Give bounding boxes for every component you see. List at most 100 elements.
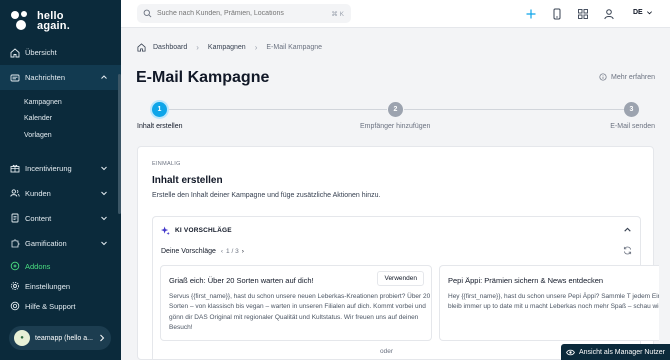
addons-icon xyxy=(10,261,20,271)
page-title: E-Mail Kampagne xyxy=(136,69,270,86)
step-connector xyxy=(404,109,631,110)
chevron-down-icon xyxy=(101,216,107,220)
suggestion-body: Servus {{first_name}}, hast du schon uns… xyxy=(169,293,431,331)
chevron-down-icon xyxy=(101,241,107,245)
or-divider: oder xyxy=(380,348,394,355)
suggestion-body: Hey {{first_name}}, hast du schon unsere… xyxy=(448,293,659,311)
sidebar-item-hilfe[interactable]: Hilfe & Support xyxy=(0,296,121,316)
suggestion-card[interactable]: Griaß eich: Über 20 Sorten warten auf di… xyxy=(160,265,432,341)
chevron-right-icon xyxy=(100,334,105,342)
suggestions-pager: ‹ 1 / 3 › xyxy=(221,248,244,255)
topbar: ⌘ K DE xyxy=(121,0,670,28)
chevron-down-icon xyxy=(646,11,652,15)
user-icon[interactable] xyxy=(603,8,615,20)
sidebar-nav: Übersicht Nachrichten Kampagnen Kalender… xyxy=(0,40,121,256)
refresh-icon[interactable] xyxy=(623,246,632,255)
suggestion-card[interactable]: Pepi Äppi: Prämien sichern & News entdec… xyxy=(439,265,659,341)
search-shortcut: ⌘ K xyxy=(331,10,344,18)
sidebar-item-gamification[interactable]: Gamification xyxy=(0,231,121,256)
step-2-label: Empfänger hinzufügen xyxy=(360,123,431,130)
pager-label: 1 / 3 xyxy=(226,248,239,255)
manager-view-label: Ansicht als Manager Nutzer xyxy=(579,348,665,356)
document-icon xyxy=(10,213,20,223)
learn-more-link[interactable]: Mehr erfahren xyxy=(599,73,655,81)
breadcrumb-kampagnen[interactable]: Kampagnen xyxy=(208,44,246,51)
sidebar-item-incentivierung[interactable]: Incentivierung xyxy=(0,156,121,181)
breadcrumb-dashboard[interactable]: Dashboard xyxy=(153,44,187,51)
home-icon[interactable] xyxy=(137,43,146,52)
step-1-label: Inhalt erstellen xyxy=(137,123,183,130)
logo[interactable]: hello again. xyxy=(11,11,70,32)
mobile-icon[interactable] xyxy=(551,8,563,20)
sidebar-item-label: Kunden xyxy=(25,188,51,198)
users-icon xyxy=(10,188,20,198)
sidebar-item-content[interactable]: Content xyxy=(0,206,121,231)
language-select[interactable]: DE xyxy=(633,9,653,16)
info-icon xyxy=(599,73,607,81)
sidebar-item-nachrichten[interactable]: Nachrichten xyxy=(0,65,121,90)
content-card: EINMALIG Inhalt erstellen Erstelle den I… xyxy=(137,146,659,360)
search-box[interactable]: ⌘ K xyxy=(137,4,351,23)
use-suggestion-button[interactable]: Verwenden xyxy=(377,271,424,286)
sidebar-subitem-kampagnen[interactable]: Kampagnen xyxy=(0,94,121,111)
chevron-right-icon[interactable]: › xyxy=(242,248,244,255)
suggestion-title: Pepi Äppi: Prämien sichern & News entdec… xyxy=(448,276,604,285)
sidebar: hello again. Übersicht Nachrichten Kampa… xyxy=(0,0,121,360)
card-description: Erstelle den Inhalt deiner Kampagne und … xyxy=(152,192,381,199)
puzzle-icon xyxy=(10,238,20,248)
ai-panel-heading: KI VORSCHLÄGE xyxy=(175,227,232,234)
help-icon xyxy=(10,301,20,311)
sidebar-item-label: Incentivierung xyxy=(25,163,72,173)
stepper: 1 2 3 Inhalt erstellen Empfänger hinzufü… xyxy=(137,102,655,132)
learn-more-label: Mehr erfahren xyxy=(611,73,655,81)
eye-icon xyxy=(566,349,575,355)
chevron-down-icon xyxy=(101,191,107,195)
avatar: ● xyxy=(14,330,30,346)
chevron-down-icon xyxy=(101,166,107,170)
chevron-right-icon: › xyxy=(254,43,258,52)
sidebar-item-uebersicht[interactable]: Übersicht xyxy=(0,40,121,65)
plus-icon[interactable] xyxy=(525,8,537,20)
step-3-indicator[interactable]: 3 xyxy=(624,102,639,117)
sidebar-subitem-vorlagen[interactable]: Vorlagen xyxy=(0,127,121,144)
grid-icon[interactable] xyxy=(577,8,589,20)
sidebar-item-label: Übersicht xyxy=(25,48,57,57)
suggestion-title: Griaß eich: Über 20 Sorten warten auf di… xyxy=(169,276,314,285)
step-1-indicator[interactable]: 1 xyxy=(152,102,167,117)
sidebar-item-kunden[interactable]: Kunden xyxy=(0,181,121,206)
sidebar-item-einstellungen[interactable]: Einstellungen xyxy=(0,276,121,296)
chevron-right-icon: › xyxy=(196,43,199,52)
sidebar-item-label: Einstellungen xyxy=(25,281,71,291)
chevron-up-icon[interactable] xyxy=(623,225,632,234)
step-2-indicator[interactable]: 2 xyxy=(388,102,403,117)
gift-icon xyxy=(10,163,20,173)
sidebar-item-label: Hilfe & Support xyxy=(25,301,76,311)
sidebar-item-addons[interactable]: Addons xyxy=(0,256,121,276)
chevron-up-icon xyxy=(101,75,107,79)
language-label: DE xyxy=(633,9,643,16)
chevron-left-icon[interactable]: ‹ xyxy=(221,248,223,255)
message-icon xyxy=(10,73,20,83)
breadcrumb-current: E-Mail Kampagne xyxy=(266,44,322,51)
ai-panel-header[interactable]: KI VORSCHLÄGE xyxy=(161,226,232,235)
user-menu[interactable]: ● teamapp (hello a... xyxy=(9,326,111,350)
sparkle-icon xyxy=(161,226,170,235)
card-eyebrow: EINMALIG xyxy=(152,161,181,167)
step-3-label: E-Mail senden xyxy=(610,123,655,130)
sidebar-item-label: Gamification xyxy=(25,238,67,248)
logo-icon xyxy=(11,11,31,31)
suggestions-toolbar: Deine Vorschläge ‹ 1 / 3 › xyxy=(161,248,244,255)
search-input[interactable] xyxy=(157,10,322,17)
suggestions-label: Deine Vorschläge xyxy=(161,248,216,255)
sidebar-item-label: Content xyxy=(25,213,52,223)
step-connector xyxy=(157,109,387,110)
sidebar-item-label: Nachrichten xyxy=(25,73,66,82)
main-content: Dashboard › Kampagnen › E-Mail Kampagne … xyxy=(121,28,670,360)
gear-icon xyxy=(10,281,20,291)
breadcrumb: Dashboard › Kampagnen › E-Mail Kampagne xyxy=(137,43,322,52)
sidebar-subitem-kalender[interactable]: Kalender xyxy=(0,111,121,128)
manager-view-badge[interactable]: Ansicht als Manager Nutzer xyxy=(561,344,670,360)
search-icon xyxy=(143,9,152,18)
ai-suggestions-panel: KI VORSCHLÄGE Deine Vorschläge ‹ 1 / 3 ›… xyxy=(152,216,659,360)
logo-line2: again. xyxy=(37,20,70,32)
